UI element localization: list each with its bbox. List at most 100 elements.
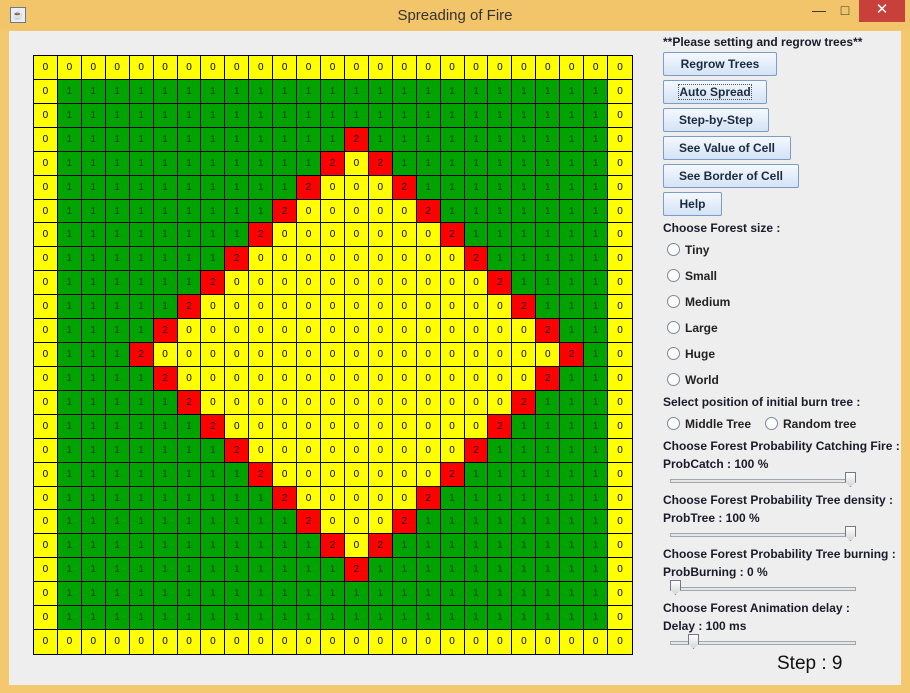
grid-cell[interactable]: 1 xyxy=(201,175,226,200)
grid-cell[interactable]: 1 xyxy=(105,247,130,272)
grid-cell[interactable]: 0 xyxy=(81,630,106,654)
grid-cell[interactable]: 1 xyxy=(81,582,106,607)
grid-cell[interactable]: 1 xyxy=(177,79,202,104)
grid-cell[interactable]: 1 xyxy=(584,582,609,607)
grid-cell[interactable]: 0 xyxy=(344,247,369,272)
grid-cell[interactable]: 1 xyxy=(249,103,274,128)
grid-cell[interactable]: 2 xyxy=(488,271,513,296)
grid-cell[interactable]: 1 xyxy=(153,462,178,487)
grid-cell[interactable]: 1 xyxy=(129,175,154,200)
grid-cell[interactable]: 0 xyxy=(297,486,322,511)
grid-cell[interactable]: 1 xyxy=(488,606,513,631)
grid-cell[interactable]: 0 xyxy=(225,414,250,439)
grid-cell[interactable]: 0 xyxy=(488,295,513,320)
grid-cell[interactable]: 0 xyxy=(464,390,489,415)
grid-cell[interactable]: 0 xyxy=(297,438,322,463)
grid-cell[interactable]: 0 xyxy=(297,319,322,344)
grid-cell[interactable]: 1 xyxy=(560,103,585,128)
grid-cell[interactable]: 0 xyxy=(34,462,58,487)
grid-cell[interactable]: 1 xyxy=(344,606,369,631)
see-border-button[interactable]: See Border of Cell xyxy=(663,164,799,188)
grid-cell[interactable]: 0 xyxy=(584,630,609,654)
grid-cell[interactable]: 1 xyxy=(177,582,202,607)
grid-cell[interactable]: 0 xyxy=(177,56,202,80)
grid-cell[interactable]: 1 xyxy=(560,319,585,344)
grid-cell[interactable]: 0 xyxy=(34,486,58,511)
grid-cell[interactable]: 0 xyxy=(321,510,345,535)
grid-cell[interactable]: 1 xyxy=(105,199,130,224)
grid-cell[interactable]: 0 xyxy=(297,414,322,439)
grid-cell[interactable]: 2 xyxy=(273,486,298,511)
grid-cell[interactable]: 1 xyxy=(512,175,537,200)
grid-cell[interactable]: 0 xyxy=(153,56,178,80)
grid-cell[interactable]: 0 xyxy=(344,486,369,511)
grid-cell[interactable]: 0 xyxy=(608,366,632,391)
grid-cell[interactable]: 0 xyxy=(608,414,632,439)
grid-cell[interactable]: 0 xyxy=(321,319,345,344)
grid-cell[interactable]: 0 xyxy=(440,630,465,654)
grid-cell[interactable]: 1 xyxy=(153,486,178,511)
grid-cell[interactable]: 0 xyxy=(416,438,441,463)
grid-cell[interactable]: 2 xyxy=(464,247,489,272)
grid-cell[interactable]: 1 xyxy=(297,558,322,583)
grid-cell[interactable]: 0 xyxy=(392,462,417,487)
grid-cell[interactable]: 1 xyxy=(488,486,513,511)
grid-cell[interactable]: 2 xyxy=(177,295,202,320)
grid-cell[interactable]: 1 xyxy=(584,223,609,248)
grid-cell[interactable]: 1 xyxy=(512,486,537,511)
grid-cell[interactable]: 0 xyxy=(608,486,632,511)
grid-cell[interactable]: 1 xyxy=(416,103,441,128)
grid-cell[interactable]: 1 xyxy=(153,79,178,104)
grid-cell[interactable]: 0 xyxy=(608,247,632,272)
grid-cell[interactable]: 0 xyxy=(344,438,369,463)
grid-cell[interactable]: 1 xyxy=(464,103,489,128)
grid-cell[interactable]: 0 xyxy=(368,438,393,463)
grid-cell[interactable]: 2 xyxy=(392,510,417,535)
grid-cell[interactable]: 1 xyxy=(57,175,82,200)
slider-track[interactable] xyxy=(670,587,856,591)
grid-cell[interactable]: 0 xyxy=(392,343,417,367)
grid-cell[interactable]: 1 xyxy=(536,103,561,128)
grid-cell[interactable]: 1 xyxy=(512,103,537,128)
grid-cell[interactable]: 1 xyxy=(536,438,561,463)
grid-cell[interactable]: 1 xyxy=(584,319,609,344)
grid-cell[interactable]: 1 xyxy=(105,438,130,463)
grid-cell[interactable]: 1 xyxy=(536,558,561,583)
grid-cell[interactable]: 2 xyxy=(488,414,513,439)
grid-cell[interactable]: 1 xyxy=(153,390,178,415)
grid-cell[interactable]: 1 xyxy=(560,175,585,200)
grid-cell[interactable]: 1 xyxy=(560,462,585,487)
grid-cell[interactable]: 1 xyxy=(81,462,106,487)
grid-cell[interactable]: 0 xyxy=(34,630,58,654)
grid-cell[interactable]: 1 xyxy=(536,175,561,200)
grid-cell[interactable]: 1 xyxy=(512,223,537,248)
grid-cell[interactable]: 0 xyxy=(273,343,298,367)
grid-cell[interactable]: 1 xyxy=(81,223,106,248)
grid-cell[interactable]: 1 xyxy=(273,175,298,200)
grid-cell[interactable]: 1 xyxy=(584,510,609,535)
grid-cell[interactable]: 1 xyxy=(177,175,202,200)
grid-cell[interactable]: 1 xyxy=(560,534,585,559)
grid-cell[interactable]: 0 xyxy=(34,151,58,176)
grid-cell[interactable]: 1 xyxy=(81,558,106,583)
grid-cell[interactable]: 1 xyxy=(536,223,561,248)
grid-cell[interactable]: 0 xyxy=(512,366,537,391)
grid-cell[interactable]: 1 xyxy=(440,127,465,152)
grid-cell[interactable]: 0 xyxy=(297,56,322,80)
grid-cell[interactable]: 1 xyxy=(416,79,441,104)
grid-cell[interactable]: 0 xyxy=(297,247,322,272)
grid-cell[interactable]: 1 xyxy=(105,414,130,439)
grid-cell[interactable]: 1 xyxy=(488,103,513,128)
grid-cell[interactable]: 0 xyxy=(368,462,393,487)
grid-cell[interactable]: 1 xyxy=(129,558,154,583)
radio-circle-icon[interactable] xyxy=(667,417,680,430)
grid-cell[interactable]: 1 xyxy=(273,558,298,583)
grid-cell[interactable]: 1 xyxy=(273,534,298,559)
grid-cell[interactable]: 1 xyxy=(177,606,202,631)
grid-cell[interactable]: 1 xyxy=(129,510,154,535)
grid-cell[interactable]: 0 xyxy=(608,319,632,344)
grid-cell[interactable]: 0 xyxy=(608,56,632,80)
grid-cell[interactable]: 1 xyxy=(512,199,537,224)
grid-cell[interactable]: 1 xyxy=(201,199,226,224)
grid-cell[interactable]: 0 xyxy=(34,247,58,272)
